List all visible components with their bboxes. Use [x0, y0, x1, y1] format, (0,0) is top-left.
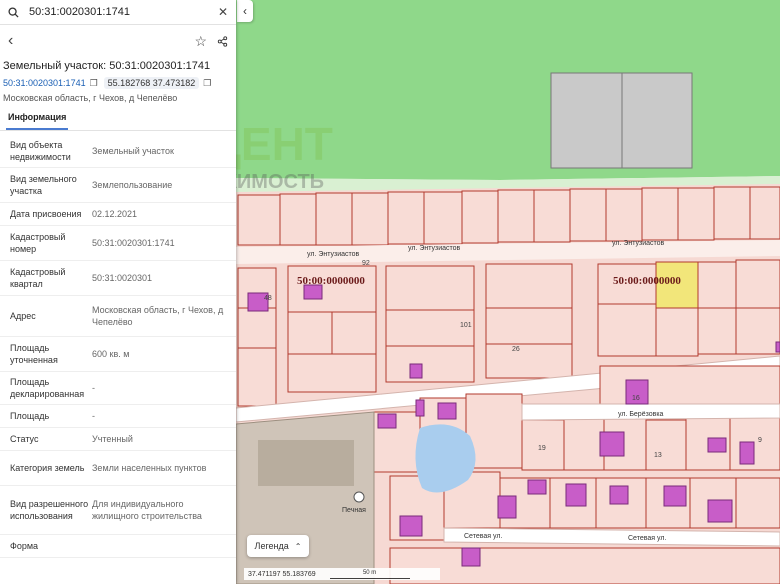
table-row: Площадь декларированная - [0, 372, 236, 405]
info-panel: 50:31:0020301:1741 ✕ ‹ ☆ Земельный участ… [0, 0, 236, 584]
coords-readout: 37.471197 55.183769 [248, 570, 316, 578]
quarter-label: 50:00:0000000 [297, 275, 365, 287]
ids-row: 50:31:0020301:1741 ❐ 55.182768 37.473182… [0, 77, 236, 89]
table-row: Площадь уточненная 600 кв. м [0, 337, 236, 372]
attribute-table: Вид объекта недвижимости Земельный участо… [0, 135, 236, 558]
table-row: Вид разрешенного использования Для индиви… [0, 486, 236, 535]
legend-button[interactable]: Легенда ⌃ [247, 535, 309, 557]
street-label: ул. Энтузиастов [307, 251, 360, 258]
table-row: Кадастровый квартал 50:31:0020301 [0, 261, 236, 296]
street-label: ул. Энтузиастов [612, 240, 665, 247]
lot-number: 13 [654, 452, 662, 459]
lot-number: 92 [362, 260, 370, 267]
lot-number: 16 [632, 395, 640, 402]
street-label: ул. Энтузиастов [408, 245, 461, 252]
lot-number: 48 [264, 295, 272, 302]
poi-label: Печная [342, 507, 366, 514]
scale-bar: 50 m [329, 569, 410, 579]
table-row: Площадь - [0, 405, 236, 428]
coords-chip[interactable]: 55.182768 37.473182 [103, 77, 200, 89]
chevron-up-icon: ⌃ [294, 541, 302, 551]
back-icon[interactable]: ‹ [8, 32, 13, 50]
table-row: Статус Учтенный [0, 428, 236, 451]
table-row: Дата присвоения 02.12.2021 [0, 203, 236, 226]
table-row: Форма [0, 535, 236, 558]
table-row: Вид объекта недвижимости Земельный участо… [0, 135, 236, 168]
panel-nav: ‹ ☆ [0, 25, 236, 57]
scale-label: 50 m [362, 570, 377, 576]
star-icon[interactable]: ☆ [194, 33, 207, 50]
share-icon[interactable] [217, 35, 228, 47]
status-bar: 37.471197 55.183769 50 m [244, 568, 440, 580]
forest-area [236, 0, 780, 180]
lot-number: 101 [460, 322, 472, 329]
lot-number: 26 [512, 346, 520, 353]
tab-info[interactable]: Информация [6, 112, 69, 130]
table-row: Кадастровый номер 50:31:0020301:1741 [0, 226, 236, 261]
lot-number: 9 [758, 437, 762, 444]
lot-number: 19 [538, 445, 546, 452]
close-icon[interactable]: ✕ [218, 5, 228, 19]
street-label: Сетевая ул. [628, 535, 666, 542]
street-label: Сетевая ул. [464, 533, 502, 540]
copy-icon[interactable]: ❐ [203, 78, 211, 89]
table-row: Вид земельного участка Землепользование [0, 168, 236, 203]
address-line: Московская область, г Чехов, д Чепелёво [3, 93, 178, 103]
page-title: Земельный участок: 50:31:0020301:1741 [3, 60, 211, 72]
street-label: ул. Берёзовка [618, 411, 664, 418]
tab-bar: Информация [0, 112, 236, 131]
poi-icon[interactable] [353, 491, 365, 503]
search-bar: 50:31:0020301:1741 ✕ [0, 0, 236, 25]
quarter-label: 50:00:0000000 [613, 275, 681, 287]
legend-label: Легенда [254, 541, 289, 551]
table-row: Категория земель Земли населенных пунктов [0, 451, 236, 486]
parcel-row-top [237, 186, 780, 246]
table-row: Адрес Московская область, г Чехов, д Чепе… [0, 296, 236, 337]
cad-number-link[interactable]: 50:31:0020301:1741 [3, 78, 86, 88]
copy-icon[interactable]: ❐ [90, 78, 98, 89]
chevron-left-icon: ‹ [243, 4, 247, 18]
collapse-panel-button[interactable]: ‹ [237, 0, 253, 22]
search-icon[interactable] [8, 6, 19, 18]
search-input[interactable]: 50:31:0020301:1741 [29, 6, 218, 18]
